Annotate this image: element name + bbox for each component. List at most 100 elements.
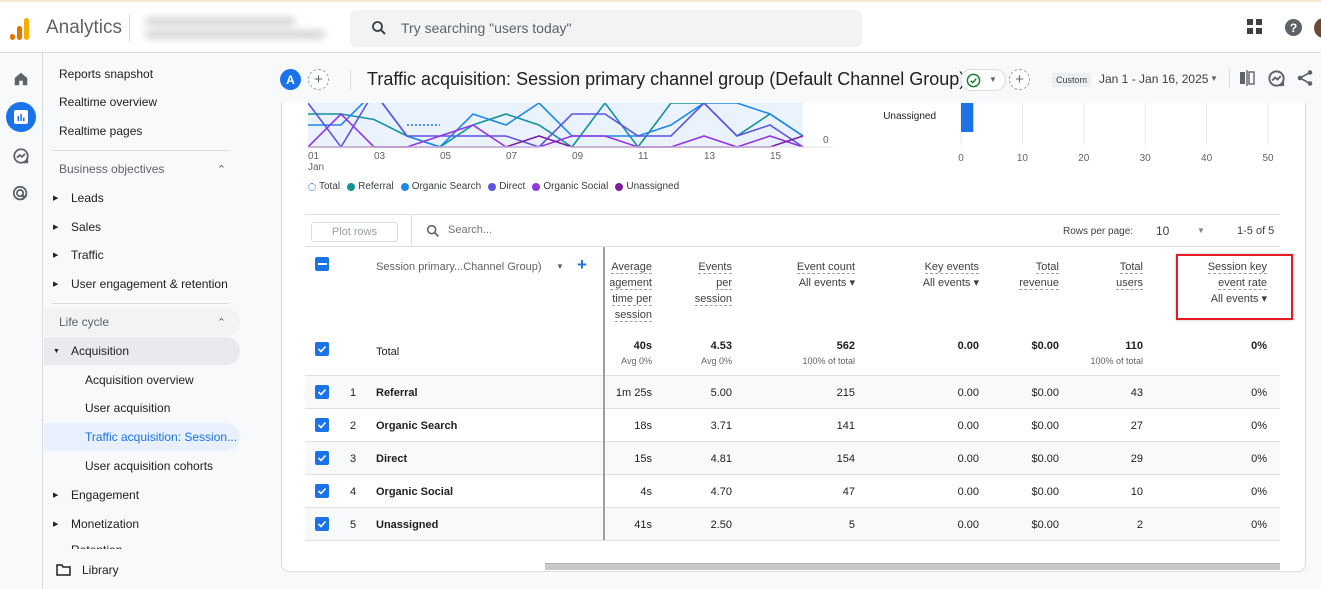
apps-grid-icon[interactable]: [1246, 18, 1264, 36]
nav-sales[interactable]: ▶ Sales: [44, 213, 240, 241]
add-comparison-button[interactable]: +: [308, 69, 329, 90]
nav-realtime-pages[interactable]: Realtime pages: [44, 117, 240, 145]
row-checkbox[interactable]: [315, 484, 329, 498]
nav-library[interactable]: Library: [44, 556, 240, 584]
legend-item[interactable]: Total: [308, 181, 340, 192]
nav-user-acquisition-cohorts[interactable]: User acquisition cohorts: [44, 452, 240, 480]
x-tick-label: 13: [704, 151, 716, 162]
insights-icon[interactable]: [1267, 69, 1286, 88]
legend-item[interactable]: Unassigned: [615, 181, 679, 192]
account-avatar[interactable]: [1314, 18, 1321, 38]
column-header[interactable]: Total revenue: [1019, 259, 1059, 291]
metric-selector[interactable]: All events ▾: [923, 275, 979, 291]
caret-down-icon[interactable]: ▼: [1210, 74, 1218, 83]
nav-reports-snapshot[interactable]: Reports snapshot: [44, 60, 240, 88]
nav-user-engagement-retention[interactable]: ▶ User engagement & retention: [44, 270, 240, 298]
rail-home[interactable]: [6, 64, 36, 94]
total-cell: 562 100% of total: [802, 340, 855, 366]
nav-label: Acquisition overview: [85, 373, 194, 387]
nav-retention[interactable]: Retention: [44, 539, 240, 549]
x-tick-label: 01: [308, 151, 320, 162]
nav-monetization[interactable]: ▶ Monetization: [44, 510, 240, 538]
table-cell: $0.00: [1031, 387, 1059, 399]
report-status-button[interactable]: ▼: [960, 69, 1006, 91]
table-row[interactable]: 4 Organic Social 4s 4.70 47 0.00 $0.00 10 0%: [305, 475, 1280, 508]
horizontal-scrollbar[interactable]: [545, 563, 1280, 570]
caret-down-icon[interactable]: ▼: [556, 262, 564, 271]
table-toolbar: Plot rows Rows per page: 10 ▼ 1-5 of 5: [305, 214, 1280, 247]
row-dimension[interactable]: Organic Social: [376, 486, 453, 498]
column-header[interactable]: Event count All events ▾: [796, 259, 855, 291]
row-checkbox[interactable]: [315, 517, 329, 531]
legend-item[interactable]: Organic Search: [400, 181, 481, 192]
nav-engagement[interactable]: ▶ Engagement: [44, 481, 240, 509]
rows-per-page-select[interactable]: 10: [1156, 224, 1169, 238]
caret-down-icon[interactable]: ▼: [1197, 226, 1205, 235]
row-checkbox[interactable]: [315, 418, 329, 432]
metric-selector[interactable]: All events ▾: [797, 275, 855, 291]
comparison-avatar[interactable]: A: [280, 69, 301, 90]
row-checkbox[interactable]: [315, 451, 329, 465]
nav-section-business-objectives[interactable]: Business objectives ⌃: [44, 155, 240, 183]
date-range-picker[interactable]: Jan 1 - Jan 16, 2025: [1099, 72, 1208, 86]
nav-realtime-overview[interactable]: Realtime overview: [44, 88, 240, 116]
column-header[interactable]: Average engagement time per session: [610, 259, 652, 323]
row-dimension[interactable]: Referral: [376, 387, 418, 399]
nav-traffic[interactable]: ▶ Traffic: [44, 241, 240, 269]
table-row[interactable]: 2 Organic Search 18s 3.71 141 0.00 $0.00 27 0%: [305, 409, 1280, 442]
legend-item[interactable]: Direct: [488, 181, 525, 192]
table-cell: 47: [842, 486, 855, 498]
legend-item[interactable]: Organic Social: [532, 181, 608, 192]
row-checkbox[interactable]: [315, 385, 329, 399]
add-dimension-button[interactable]: +: [577, 255, 587, 275]
nav-acquisition-overview[interactable]: Acquisition overview: [44, 366, 240, 394]
table-cell: 1m 25s: [615, 387, 652, 399]
total-checkbox[interactable]: [315, 342, 329, 356]
column-header-text: Event count: [796, 261, 855, 274]
table-cell: 15s: [634, 453, 652, 465]
nav-traffic-acquisition[interactable]: Traffic acquisition: Session...: [44, 423, 240, 451]
column-header[interactable]: Total users: [1116, 259, 1143, 291]
analytics-logo[interactable]: [10, 16, 32, 40]
table-cell: 2: [1136, 519, 1143, 531]
search-bar[interactable]: Try searching "users today": [350, 10, 862, 47]
app-name: Analytics: [46, 17, 123, 38]
legend-swatch: [308, 182, 316, 191]
row-dimension[interactable]: Organic Search: [376, 420, 457, 432]
nav-label: User acquisition: [85, 401, 171, 415]
column-header[interactable]: Key events All events ▾: [923, 259, 979, 291]
rail-advertising[interactable]: [6, 179, 36, 209]
table-cell: 0.00: [957, 486, 979, 498]
add-filter-button[interactable]: +: [1009, 69, 1030, 90]
help-icon[interactable]: ?: [1284, 18, 1303, 37]
total-cell: 110 100% of total: [1090, 340, 1143, 366]
share-icon[interactable]: [1296, 69, 1314, 87]
table-header: Session primary...Channel Group) ▼ + Ave…: [305, 247, 1280, 332]
nav-leads[interactable]: ▶ Leads: [44, 184, 240, 212]
table-row[interactable]: 5 Unassigned 41s 2.50 5 0.00 $0.00 2 0%: [305, 508, 1280, 541]
dimension-header[interactable]: Session primary...Channel Group): [376, 259, 541, 275]
nav-user-acquisition[interactable]: User acquisition: [44, 394, 240, 422]
legend-item[interactable]: Referral: [347, 181, 394, 192]
row-dimension[interactable]: Direct: [376, 453, 407, 465]
compare-icon[interactable]: [1238, 69, 1256, 87]
x-tick-label: 11: [638, 151, 649, 162]
total-value: 40s: [633, 340, 652, 352]
account-selector[interactable]: [145, 12, 335, 44]
rail-reports[interactable]: [6, 102, 36, 132]
table-search-input[interactable]: [448, 224, 748, 236]
rail-explore[interactable]: [6, 141, 36, 171]
nav-section-life-cycle[interactable]: Life cycle ⌃: [44, 308, 240, 336]
total-value: 110: [1125, 340, 1143, 352]
row-dimension[interactable]: Unassigned: [376, 519, 438, 531]
table-cell: $0.00: [1031, 486, 1059, 498]
plot-rows-button[interactable]: Plot rows: [311, 222, 398, 242]
table-row[interactable]: 1 Referral 1m 25s 5.00 215 0.00 $0.00 43 0%: [305, 376, 1280, 409]
select-all-checkbox[interactable]: [315, 257, 329, 271]
check-icon: [317, 421, 327, 429]
column-divider[interactable]: [603, 247, 605, 540]
column-header[interactable]: Events per session: [694, 259, 732, 307]
legend-swatch: [532, 182, 541, 191]
table-row[interactable]: 3 Direct 15s 4.81 154 0.00 $0.00 29 0%: [305, 442, 1280, 475]
nav-acquisition[interactable]: ▼ Acquisition: [44, 337, 240, 365]
